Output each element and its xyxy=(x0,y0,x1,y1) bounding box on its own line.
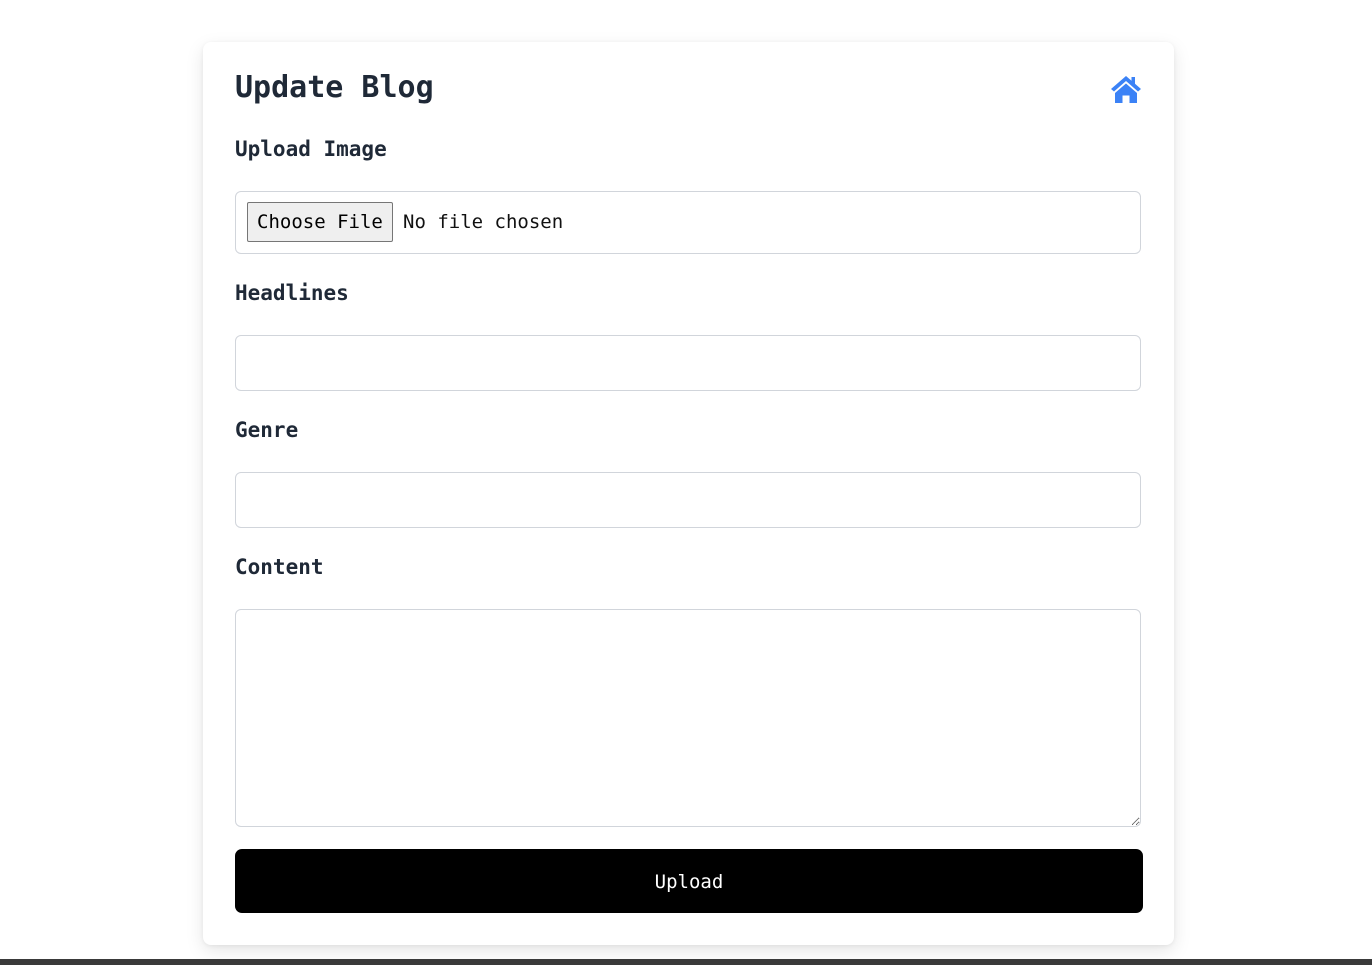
headlines-label: Headlines xyxy=(235,281,349,305)
genre-label: Genre xyxy=(235,418,299,442)
upload-image-label: Upload Image xyxy=(235,137,387,161)
update-blog-card: Update Blog Upload Image Choose File No … xyxy=(203,42,1174,945)
content-textarea[interactable] xyxy=(235,609,1141,827)
page-title: Update Blog xyxy=(235,70,434,105)
file-status-text: No file chosen xyxy=(403,211,564,233)
home-icon-graphic xyxy=(1111,76,1141,103)
content-label: Content xyxy=(235,555,324,579)
card-header: Update Blog xyxy=(235,68,1143,112)
choose-file-button[interactable]: Choose File xyxy=(247,202,393,242)
headlines-input[interactable] xyxy=(235,335,1141,391)
bottom-edge-bar xyxy=(0,959,1372,965)
home-icon[interactable] xyxy=(1109,74,1143,104)
file-input[interactable]: Choose File No file chosen xyxy=(235,191,1141,254)
upload-button[interactable]: Upload xyxy=(235,849,1143,913)
genre-input[interactable] xyxy=(235,472,1141,528)
